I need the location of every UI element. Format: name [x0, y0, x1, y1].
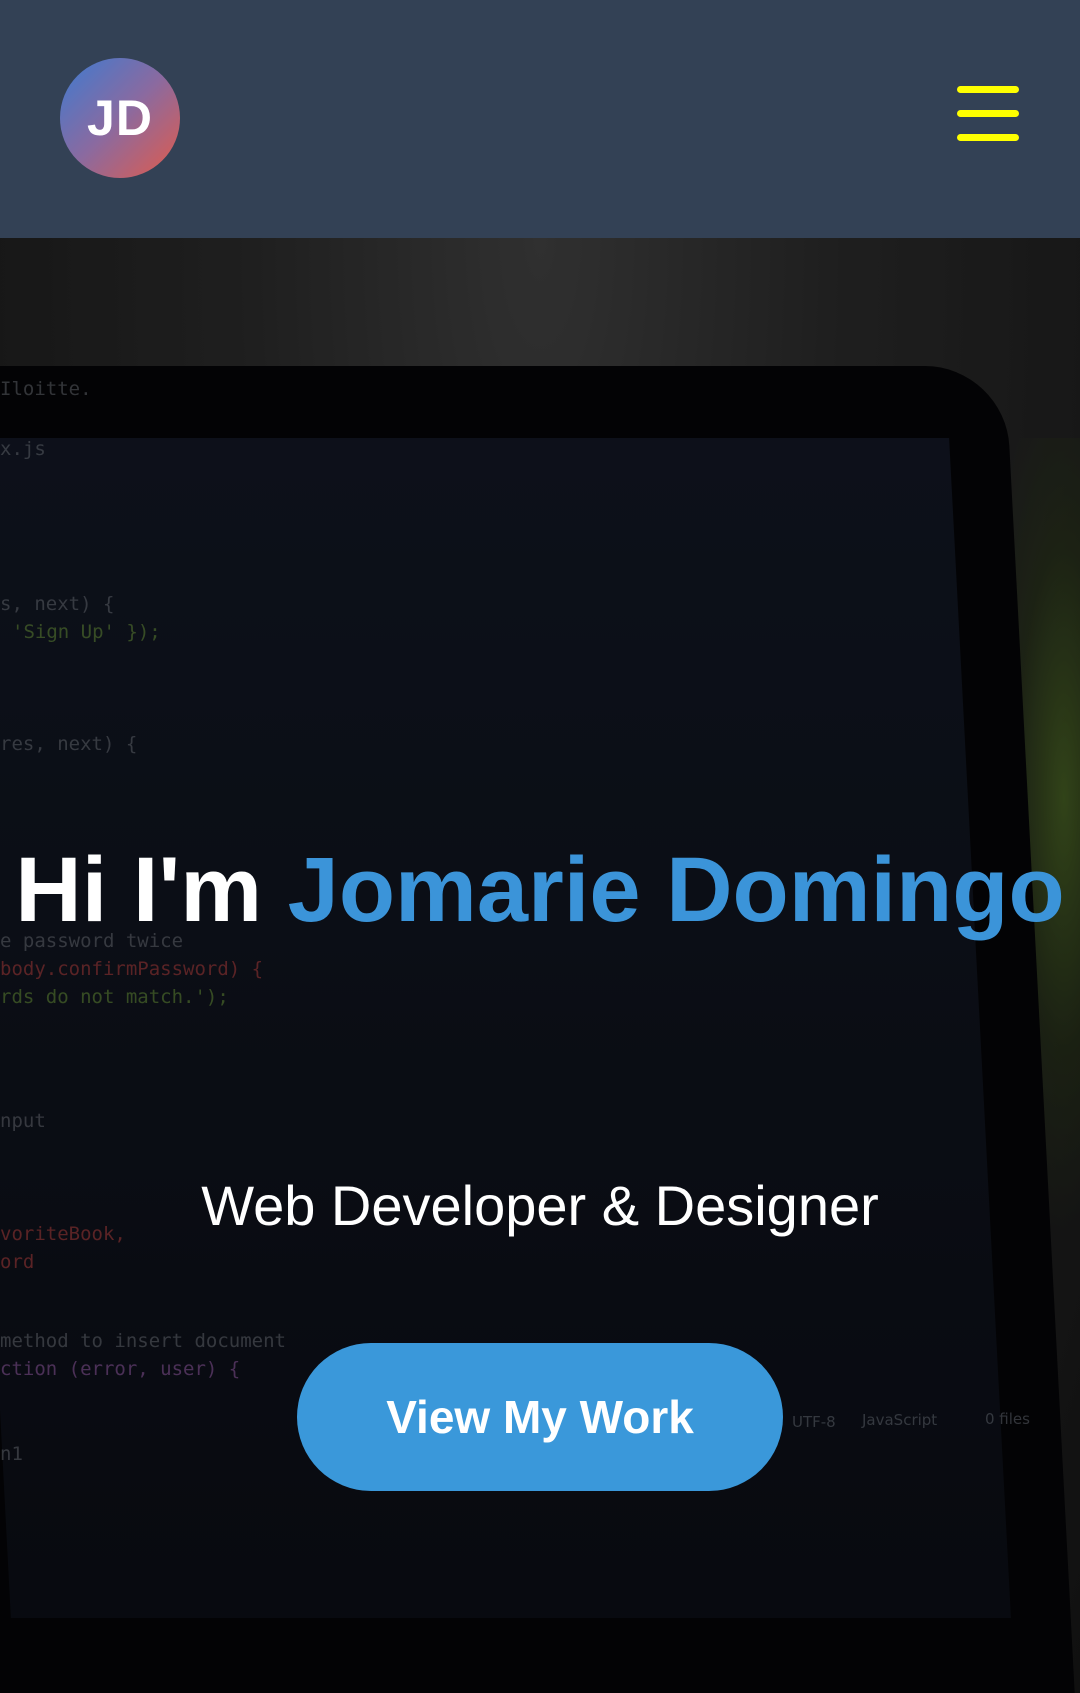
top-navbar: JD [0, 0, 1080, 238]
hero-section: Iloitte. x.js s, next) { 'Sign Up' }); r… [0, 238, 1080, 1693]
hero-headline: Hi I'm Jomarie Domingo [0, 813, 1080, 968]
hamburger-menu-icon[interactable] [955, 86, 1021, 142]
menu-bar-bottom [957, 134, 1019, 141]
hero-name: Jomarie Domingo [287, 839, 1065, 941]
menu-bar-middle [957, 110, 1019, 117]
logo-avatar[interactable]: JD [60, 58, 180, 178]
hero-greeting: Hi I'm [15, 839, 263, 941]
menu-bar-top [957, 86, 1019, 93]
hero-subtitle: Web Developer & Designer [201, 1174, 879, 1237]
view-my-work-button[interactable]: View My Work [297, 1343, 783, 1491]
